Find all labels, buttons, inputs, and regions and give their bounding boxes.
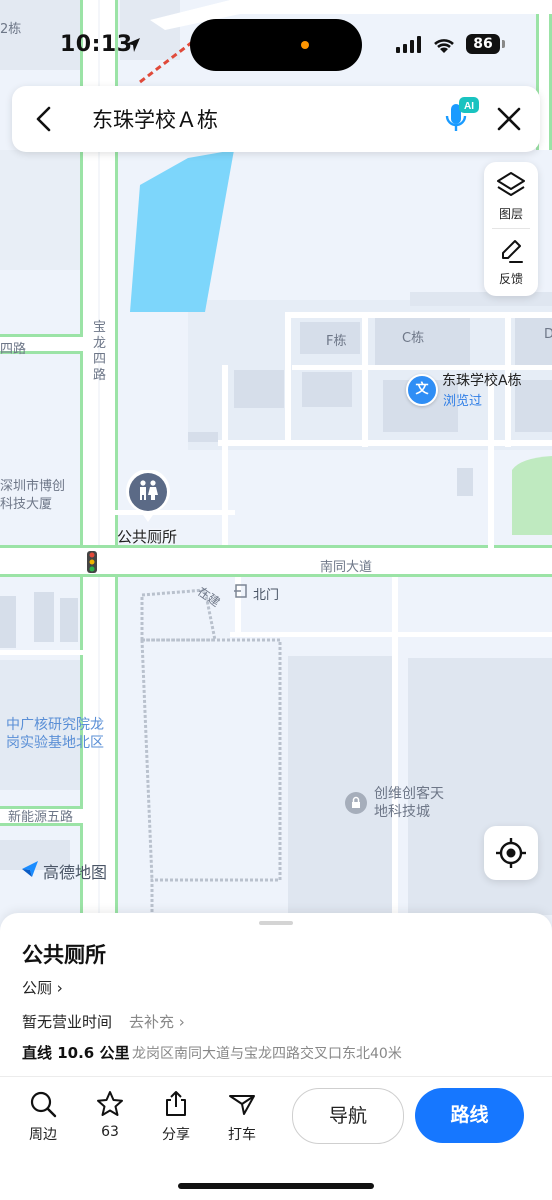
poi-distance: 直线 10.6 公里 xyxy=(22,1044,130,1062)
map-label-chuangwei: 创维创客天地科技城 xyxy=(374,786,444,820)
close-icon[interactable] xyxy=(494,104,524,134)
map-label-cgn-base: 中广核研究院龙岗实验基地北区 xyxy=(6,717,104,751)
star-icon xyxy=(96,1090,124,1118)
share-label: 分享 xyxy=(162,1127,190,1143)
share-button[interactable]: 分享 xyxy=(151,1088,201,1148)
map-label-school[interactable]: 东珠学校A栋 xyxy=(442,370,522,390)
svg-text:AI: AI xyxy=(464,101,474,112)
crosshair-icon xyxy=(495,837,527,869)
feedback-label: 反馈 xyxy=(498,272,523,286)
home-indicator[interactable] xyxy=(178,1183,374,1189)
map-label-nantong-road: 南同大道 xyxy=(320,560,373,575)
location-arrow-icon xyxy=(124,36,142,54)
favorite-count: 63 xyxy=(101,1124,119,1140)
dynamic-island xyxy=(190,19,362,71)
sheet-drag-handle[interactable] xyxy=(259,921,293,925)
map-label-baolong-road: 宝龙四路 xyxy=(93,320,107,383)
share-icon xyxy=(162,1090,190,1118)
search-icon xyxy=(29,1090,57,1118)
poi-title: 公共厕所 xyxy=(22,943,106,967)
locate-me-button[interactable] xyxy=(484,826,538,880)
map-label-f-building: F栋 xyxy=(326,334,347,349)
back-arrow-icon[interactable] xyxy=(30,104,60,134)
taxi-button[interactable]: 打车 xyxy=(217,1088,267,1148)
map-label-north-gate: 北门 xyxy=(253,588,280,603)
map-label-toilet[interactable]: 公共厕所 xyxy=(117,526,177,547)
ai-voice-icon[interactable]: AI xyxy=(444,96,480,136)
layers-icon xyxy=(495,170,527,200)
taxi-label: 打车 xyxy=(228,1127,256,1143)
poi-hours: 暂无营业时间 xyxy=(22,1013,113,1031)
taxi-icon xyxy=(228,1090,256,1118)
cellular-signal-icon xyxy=(396,36,422,54)
map-label-xinnengyuan-road: 新能源五路 xyxy=(8,810,74,825)
amap-logo-icon xyxy=(20,859,40,879)
poi-detail-sheet[interactable]: 公共厕所 公厕 › 暂无营业时间 去补充 › 直线 10.6 公里 龙岗区南同大… xyxy=(0,913,552,1200)
search-query-text[interactable]: 东珠学校Ａ栋 xyxy=(92,104,218,134)
map-tools-panel: 图层 反馈 xyxy=(484,162,538,296)
privacy-dot-icon xyxy=(301,41,309,49)
tools-divider xyxy=(492,228,530,229)
favorite-button[interactable]: 63 xyxy=(85,1088,135,1148)
wifi-icon xyxy=(432,36,456,54)
lock-icon xyxy=(345,792,367,814)
gate-icon xyxy=(233,583,249,599)
battery-indicator: 86 xyxy=(466,34,500,54)
layers-label: 图层 xyxy=(498,207,523,221)
battery-tip xyxy=(502,40,505,48)
poi-address: 龙岗区南同大道与宝龙四路交叉口东北40米 xyxy=(132,1046,402,1062)
map-label-d-building: D xyxy=(544,327,552,342)
status-time: 10:13 xyxy=(60,32,133,57)
map-label-c-building: C栋 xyxy=(402,331,425,346)
toilet-pin-icon[interactable] xyxy=(124,470,172,524)
pencil-icon xyxy=(497,238,525,266)
map-label-browsed: 浏览过 xyxy=(443,394,483,409)
school-marker-icon[interactable]: 文 xyxy=(406,374,438,406)
map-label-road-left: 四路 xyxy=(0,342,27,357)
search-bar[interactable]: 东珠学校Ａ栋 AI xyxy=(12,86,540,152)
layers-button[interactable]: 图层 xyxy=(484,162,538,228)
nearby-button[interactable]: 周边 xyxy=(18,1088,68,1148)
poi-category-link[interactable]: 公厕 › xyxy=(22,977,63,998)
navigate-button[interactable]: 导航 xyxy=(292,1088,404,1144)
nearby-label: 周边 xyxy=(29,1127,57,1143)
add-hours-link[interactable]: 去补充 › xyxy=(129,1011,185,1032)
status-bar: 10:13 86 xyxy=(0,0,552,90)
amap-brand-text: 高德地图 xyxy=(43,863,108,882)
sheet-divider xyxy=(0,1076,552,1077)
route-button[interactable]: 路线 xyxy=(415,1088,524,1143)
feedback-button[interactable]: 反馈 xyxy=(484,230,538,296)
map-label-shenzhen-tower: 深圳市博创科技大厦 xyxy=(0,479,66,512)
